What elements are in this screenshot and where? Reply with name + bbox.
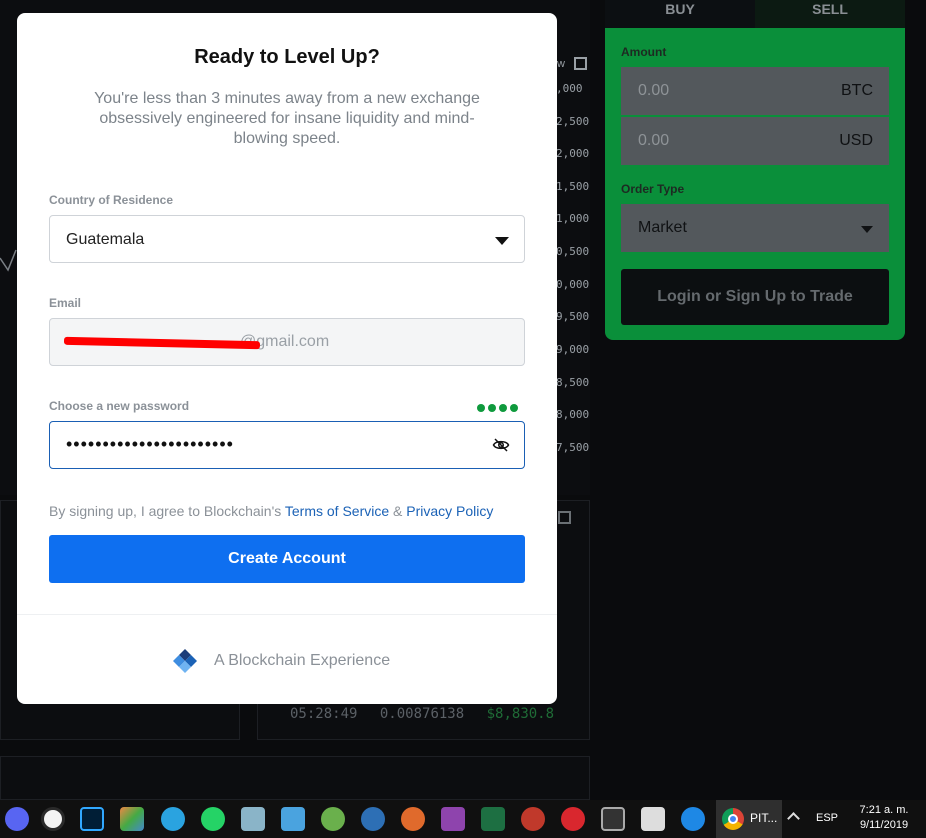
trade-amount: 0.00876138	[379, 706, 465, 722]
fox-icon[interactable]	[401, 807, 425, 831]
trade-time: 05:28:49	[290, 706, 358, 722]
clock-date: 9/11/2019	[859, 819, 909, 831]
game-icon[interactable]	[120, 807, 144, 831]
modal-subtitle: You're less than 3 minutes away from a n…	[94, 90, 480, 147]
teamviewer-icon[interactable]	[361, 807, 385, 831]
whatsapp-icon[interactable]	[201, 807, 225, 831]
email-label: Email	[49, 296, 82, 310]
amount-usd-value: 0.00	[638, 132, 670, 149]
trade-price: $8,830.8	[486, 706, 555, 722]
chart-y-label: 2,500	[556, 115, 590, 128]
tab-sell[interactable]: SELL	[755, 0, 905, 28]
login-signup-button[interactable]: Login or Sign Up to Trade	[621, 269, 889, 325]
discord-icon[interactable]	[5, 807, 29, 831]
chevron-up-icon[interactable]	[787, 812, 800, 825]
privacy-policy-link[interactable]: Privacy Policy	[406, 503, 493, 519]
amount-btc-input[interactable]: 0.00 BTC	[621, 67, 889, 115]
mega-icon[interactable]	[561, 807, 585, 831]
globe-icon[interactable]	[321, 807, 345, 831]
chart-expand-icon[interactable]	[574, 57, 587, 70]
chart-fragment-label: w	[557, 58, 565, 70]
chart-y-label: 1,500	[556, 180, 590, 193]
chart-y-label: 2,000	[556, 147, 590, 160]
strength-dot	[488, 404, 496, 412]
order-type-select[interactable]: Market	[621, 204, 889, 252]
chart-y-label: 0,000	[556, 278, 590, 291]
order-type-label: Order Type	[621, 182, 685, 196]
country-select[interactable]: Guatemala	[49, 215, 525, 263]
chart-y-label: 9,000	[556, 343, 590, 356]
password-value: •••••••••••••••••••••••	[66, 434, 234, 454]
tab-buy[interactable]: BUY	[605, 0, 755, 28]
modal-title: Ready to Level Up?	[194, 46, 380, 68]
excel-icon[interactable]	[481, 807, 505, 831]
active-app-label: PIT...	[750, 811, 778, 825]
feather-icon[interactable]	[441, 807, 465, 831]
amount-btc-value: 0.00	[638, 82, 670, 99]
signup-modal: Ready to Level Up? You're less than 3 mi…	[17, 13, 557, 704]
xbox-icon[interactable]	[41, 807, 65, 831]
terms-prefix: By signing up, I agree to Blockchain's	[49, 503, 285, 519]
country-value: Guatemala	[66, 231, 145, 248]
redaction-mark	[63, 336, 261, 350]
telegram-icon[interactable]	[161, 807, 185, 831]
amount-label: Amount	[621, 45, 667, 59]
trades-expand-icon[interactable]	[558, 511, 571, 524]
footer-text: A Blockchain Experience	[214, 652, 391, 669]
messenger-icon[interactable]	[681, 807, 705, 831]
chart-y-label: ,000	[556, 82, 583, 95]
chart-y-label: 7,500	[556, 441, 590, 454]
media-icon[interactable]	[601, 807, 625, 831]
chart-y-label: 1,000	[556, 212, 590, 225]
chart-y-label: 8,000	[556, 408, 590, 421]
password-strength-indicator	[477, 404, 518, 412]
password-label: Choose a new password	[49, 399, 190, 413]
language-indicator[interactable]: ESP	[816, 812, 838, 824]
notes-icon[interactable]	[241, 807, 265, 831]
trade-row: 05:28:49 0.00876138 $8,830.8	[290, 706, 554, 722]
amount-usd-input[interactable]: 0.00 USD	[621, 117, 889, 165]
amount-usd-currency: USD	[839, 132, 873, 149]
strength-dot	[499, 404, 507, 412]
terms-and: &	[389, 503, 407, 519]
clock-time: 7:21 a. m.	[859, 804, 909, 816]
order-type-value: Market	[638, 219, 687, 236]
password-field[interactable]: •••••••••••••••••••••••	[49, 421, 525, 469]
strength-dot	[477, 404, 485, 412]
calculator-icon[interactable]	[641, 807, 665, 831]
divider	[17, 614, 557, 615]
eye-off-icon[interactable]	[492, 436, 510, 454]
tool-icon[interactable]	[521, 807, 545, 831]
chevron-down-icon	[495, 237, 509, 245]
blockchain-logo-icon	[173, 649, 197, 673]
trade-tabs: BUY SELL	[605, 0, 905, 28]
amount-btc-currency: BTC	[841, 82, 873, 99]
windows-taskbar: PIT... ESP 7:21 a. m. 9/11/2019	[0, 800, 926, 838]
modal-footer: A Blockchain Experience	[172, 648, 390, 674]
bottom-panel	[0, 756, 590, 800]
country-label: Country of Residence	[49, 193, 174, 207]
taskbar-chrome-item[interactable]: PIT...	[716, 800, 782, 838]
photoshop-icon[interactable]	[80, 807, 104, 831]
email-field[interactable]: @gmail.com	[49, 318, 525, 366]
chart-y-label: 0,500	[556, 245, 590, 258]
chart-y-label: 9,500	[556, 310, 590, 323]
chevron-down-icon	[861, 226, 873, 233]
chrome-icon	[722, 808, 744, 830]
terms-text: By signing up, I agree to Blockchain's T…	[49, 503, 493, 519]
terms-of-service-link[interactable]: Terms of Service	[285, 503, 389, 519]
chart-y-label: 8,500	[556, 376, 590, 389]
system-clock[interactable]: 7:21 a. m. 9/11/2019	[848, 803, 920, 833]
strength-dot	[510, 404, 518, 412]
trade-form: BUY SELL Amount 0.00 BTC 0.00 USD Order …	[605, 0, 905, 340]
create-account-button[interactable]: Create Account	[49, 535, 525, 583]
bluetooth-app-icon[interactable]	[281, 807, 305, 831]
